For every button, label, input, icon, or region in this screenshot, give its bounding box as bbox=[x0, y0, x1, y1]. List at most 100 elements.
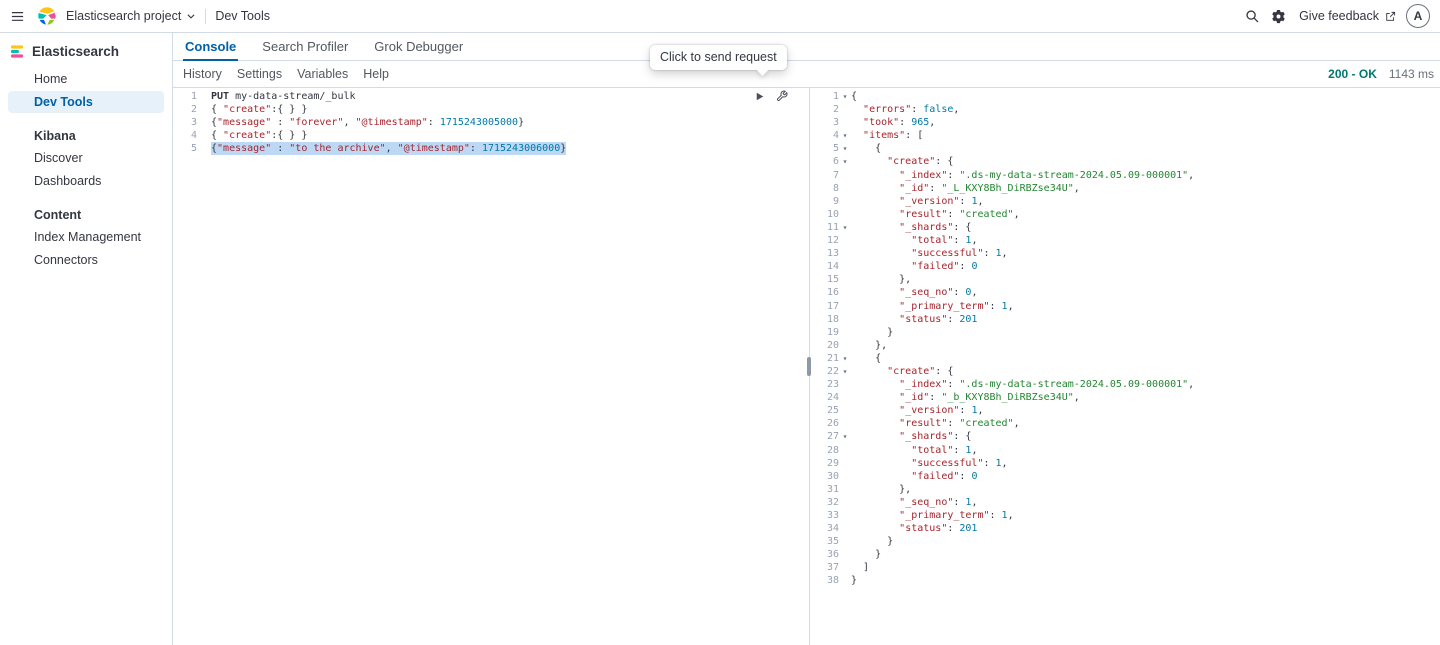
fold-caret-icon[interactable]: ▾ bbox=[839, 90, 851, 103]
fold-caret-icon[interactable]: ▾ bbox=[839, 142, 851, 155]
fold-gutter bbox=[839, 103, 851, 116]
response-code-line[interactable]: 8 "_id": "_L_KXY8Bh_DiRBZse34U", bbox=[813, 182, 1440, 195]
fold-gutter bbox=[839, 574, 851, 587]
fold-gutter bbox=[197, 90, 211, 103]
request-options-wrench-icon[interactable] bbox=[774, 89, 789, 103]
fold-caret-icon[interactable]: ▾ bbox=[839, 155, 851, 168]
response-code-line[interactable]: 19 } bbox=[813, 326, 1440, 339]
response-code-line[interactable]: 5▾ { bbox=[813, 142, 1440, 155]
code-text: "errors": false, bbox=[851, 103, 959, 116]
fold-caret-icon[interactable]: ▾ bbox=[839, 352, 851, 365]
history-link[interactable]: History bbox=[183, 67, 222, 81]
line-number: 5 bbox=[813, 142, 839, 155]
pane-resizer[interactable] bbox=[805, 88, 813, 645]
response-code-line[interactable]: 6▾ "create": { bbox=[813, 155, 1440, 168]
response-code-line[interactable]: 20 }, bbox=[813, 339, 1440, 352]
fold-gutter bbox=[839, 444, 851, 457]
tab-console[interactable]: Console bbox=[183, 33, 238, 61]
response-code-line[interactable]: 32 "_seq_no": 1, bbox=[813, 496, 1440, 509]
sidebar-item-discover[interactable]: Discover bbox=[8, 147, 164, 169]
search-icon[interactable] bbox=[1239, 3, 1265, 29]
response-code-line[interactable]: 29 "successful": 1, bbox=[813, 457, 1440, 470]
response-code-line[interactable]: 3 "took": 965, bbox=[813, 116, 1440, 129]
fold-caret-icon[interactable]: ▾ bbox=[839, 221, 851, 234]
response-code-line[interactable]: 9 "_version": 1, bbox=[813, 195, 1440, 208]
side-nav-list: Home Dev Tools Kibana Discover Dashboard… bbox=[0, 68, 172, 271]
response-code-line[interactable]: 23 "_index": ".ds-my-data-stream-2024.05… bbox=[813, 378, 1440, 391]
response-code-line[interactable]: 33 "_primary_term": 1, bbox=[813, 509, 1440, 522]
sidebar-item-dev-tools[interactable]: Dev Tools bbox=[8, 91, 164, 113]
sidebar-section-content[interactable]: Content bbox=[0, 205, 172, 225]
response-code-line[interactable]: 21▾ { bbox=[813, 352, 1440, 365]
response-code-line[interactable]: 37 ] bbox=[813, 561, 1440, 574]
request-code-line[interactable]: 5{"message" : "to the archive", "@timest… bbox=[173, 142, 805, 155]
request-code-line[interactable]: 2{ "create":{ } } bbox=[173, 103, 805, 116]
response-code-line[interactable]: 25 "_version": 1, bbox=[813, 404, 1440, 417]
settings-icon[interactable] bbox=[1265, 3, 1291, 29]
sidebar-item-home[interactable]: Home bbox=[8, 68, 164, 90]
fold-gutter bbox=[839, 208, 851, 221]
response-code-line[interactable]: 35 } bbox=[813, 535, 1440, 548]
tooltip-text: Click to send request bbox=[660, 50, 777, 64]
nav-menu-icon[interactable] bbox=[4, 3, 30, 29]
response-code-line[interactable]: 27▾ "_shards": { bbox=[813, 430, 1440, 443]
breadcrumb-project-selector[interactable]: Elasticsearch project bbox=[66, 9, 196, 23]
help-link[interactable]: Help bbox=[363, 67, 389, 81]
response-code-line[interactable]: 15 }, bbox=[813, 273, 1440, 286]
response-code-line[interactable]: 24 "_id": "_b_KXY8Bh_DiRBZse34U", bbox=[813, 391, 1440, 404]
send-request-button[interactable] bbox=[752, 89, 767, 103]
fold-caret-icon[interactable]: ▾ bbox=[839, 129, 851, 142]
side-nav-title: Elasticsearch bbox=[32, 44, 119, 59]
request-code-line[interactable]: 3{"message" : "forever", "@timestamp": 1… bbox=[173, 116, 805, 129]
response-code-line[interactable]: 28 "total": 1, bbox=[813, 444, 1440, 457]
request-editor[interactable]: 1PUT my-data-stream/_bulk2{ "create":{ }… bbox=[173, 88, 805, 645]
response-code-line[interactable]: 14 "failed": 0 bbox=[813, 260, 1440, 273]
response-code-line[interactable]: 18 "status": 201 bbox=[813, 313, 1440, 326]
response-code-line[interactable]: 30 "failed": 0 bbox=[813, 470, 1440, 483]
fold-caret-icon[interactable]: ▾ bbox=[839, 365, 851, 378]
header-left: Elasticsearch project Dev Tools bbox=[4, 3, 270, 29]
fold-gutter bbox=[197, 142, 211, 155]
sidebar-item-dashboards[interactable]: Dashboards bbox=[8, 170, 164, 192]
sidebar-item-index-management[interactable]: Index Management bbox=[8, 226, 164, 248]
response-code-line[interactable]: 22▾ "create": { bbox=[813, 365, 1440, 378]
response-code-line[interactable]: 12 "total": 1, bbox=[813, 234, 1440, 247]
code-text: "result": "created", bbox=[851, 417, 1020, 430]
tab-grok-debugger[interactable]: Grok Debugger bbox=[372, 33, 465, 61]
response-code-line[interactable]: 38} bbox=[813, 574, 1440, 587]
response-code-line[interactable]: 34 "status": 201 bbox=[813, 522, 1440, 535]
give-feedback-button[interactable]: Give feedback bbox=[1299, 9, 1396, 23]
request-code-line[interactable]: 4{ "create":{ } } bbox=[173, 129, 805, 142]
response-code-line[interactable]: 31 }, bbox=[813, 483, 1440, 496]
response-code-line[interactable]: 2 "errors": false, bbox=[813, 103, 1440, 116]
fold-gutter bbox=[839, 234, 851, 247]
fold-caret-icon[interactable]: ▾ bbox=[839, 430, 851, 443]
response-code-line[interactable]: 11▾ "_shards": { bbox=[813, 221, 1440, 234]
response-code-line[interactable]: 13 "successful": 1, bbox=[813, 247, 1440, 260]
elastic-logo-icon[interactable] bbox=[36, 5, 58, 27]
response-code-line[interactable]: 10 "result": "created", bbox=[813, 208, 1440, 221]
line-number: 38 bbox=[813, 574, 839, 587]
sidebar-section-kibana[interactable]: Kibana bbox=[0, 126, 172, 146]
response-code-line[interactable]: 1▾{ bbox=[813, 90, 1440, 103]
sidebar-item-connectors[interactable]: Connectors bbox=[8, 249, 164, 271]
response-code-line[interactable]: 36 } bbox=[813, 548, 1440, 561]
response-code-line[interactable]: 17 "_primary_term": 1, bbox=[813, 300, 1440, 313]
line-number: 33 bbox=[813, 509, 839, 522]
user-avatar[interactable]: A bbox=[1406, 4, 1430, 28]
settings-link[interactable]: Settings bbox=[237, 67, 282, 81]
response-code-line[interactable]: 16 "_seq_no": 0, bbox=[813, 286, 1440, 299]
request-code-line[interactable]: 1PUT my-data-stream/_bulk bbox=[173, 90, 805, 103]
response-code-line[interactable]: 4▾ "items": [ bbox=[813, 129, 1440, 142]
response-code-line[interactable]: 7 "_index": ".ds-my-data-stream-2024.05.… bbox=[813, 169, 1440, 182]
tab-search-profiler[interactable]: Search Profiler bbox=[260, 33, 350, 61]
line-number: 12 bbox=[813, 234, 839, 247]
variables-link[interactable]: Variables bbox=[297, 67, 348, 81]
fold-gutter bbox=[839, 378, 851, 391]
code-text: "successful": 1, bbox=[851, 457, 1008, 470]
header-right: Give feedback A bbox=[1239, 3, 1430, 29]
fold-gutter bbox=[839, 404, 851, 417]
response-code-line[interactable]: 26 "result": "created", bbox=[813, 417, 1440, 430]
line-number: 21 bbox=[813, 352, 839, 365]
response-viewer[interactable]: 1▾{2 "errors": false,3 "took": 965,4▾ "i… bbox=[813, 88, 1440, 645]
